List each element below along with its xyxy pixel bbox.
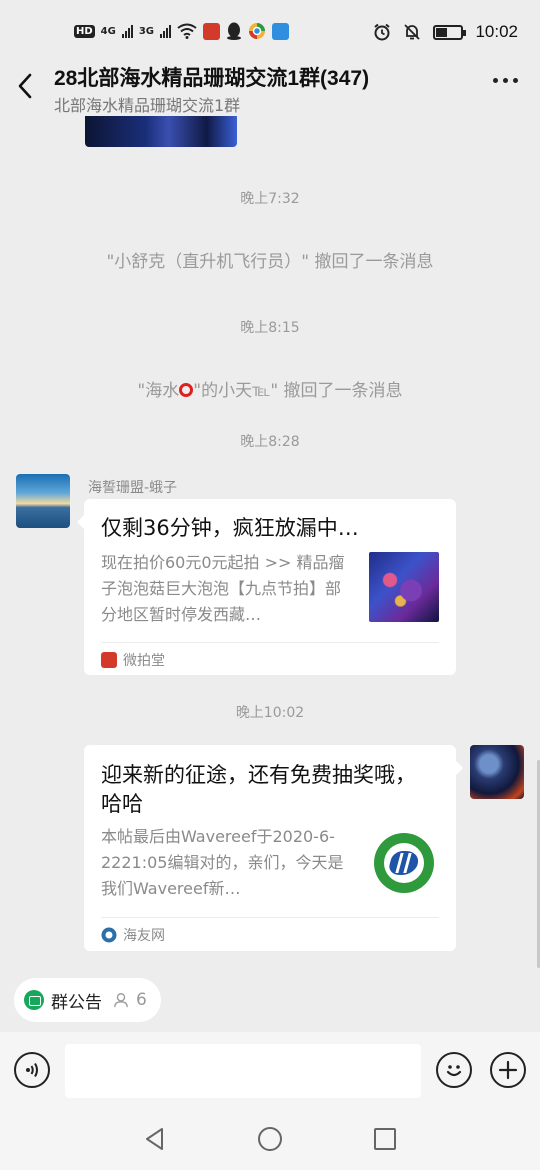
input-bar [0,1032,540,1106]
card-divider [101,642,439,643]
battery-icon [433,24,467,40]
more-dot [513,78,518,83]
coral-thumbnail [369,552,439,622]
red-circle-emoji-icon [179,383,194,397]
timestamp: 晚上10:02 [235,705,305,721]
more-dots-icon [493,78,498,83]
more-functions-button[interactable] [490,1052,526,1088]
card-description: 现在拍价60元0元起拍 >> 精品瘤子泡泡菇巨大泡泡【九点节拍】部分地区暂时停发… [101,553,345,624]
my-avatar[interactable] [470,745,524,799]
emoji-icon [446,1065,462,1077]
back-button[interactable] [14,72,38,100]
network-3g-label: 3G [138,25,155,37]
sender-avatar[interactable] [16,474,70,528]
recall-notice: "海水 "的小天℡" 撤回了一条消息 [0,376,540,401]
group-notice-bar: 群公告 6 [0,968,540,1032]
notice-icon [24,990,44,1010]
hd-indicator: HD [74,24,95,38]
emoji-button[interactable] [436,1052,472,1088]
status-left-icons: HD 4G 3G [74,22,290,40]
mute-bell-icon [404,24,421,40]
more-options-button[interactable] [493,78,518,83]
partial-image-message[interactable] [85,116,237,147]
chevron-left-icon [18,73,32,99]
link-card-message[interactable]: 仅剩36分钟，疯狂放漏中… 现在拍价60元0元起拍 >> 精品瘤子泡泡菇巨大泡泡… [77,499,456,675]
sender-name: 海誓珊盟-蛾子 [88,480,178,496]
group-notice-button[interactable]: 群公告 6 [14,978,161,1022]
card-title: 迎来新的征途，还有免费抽奖哦，哈哈 [101,763,416,816]
system-nav-bar [0,1106,540,1170]
qq-penguin-icon [227,22,242,40]
status-right-icons: 10:02 [373,22,518,42]
card-source: 海友网 [101,925,165,945]
weipaitang-icon [101,652,117,668]
status-bar: HD 4G 3G 10:02 [0,0,540,62]
voice-button[interactable] [14,1052,50,1088]
signal-4g-icon [121,24,133,38]
timestamp: 晚上7:32 [240,191,300,207]
message-input[interactable] [65,1044,421,1098]
recall-text-part2: "的小天℡" 撤回了一条消息 [193,381,403,401]
alarm-icon [374,23,391,41]
timestamp: 晚上8:28 [240,434,300,450]
card-divider [101,917,439,918]
haiyouwang-icon [101,927,117,943]
recall-text-part1: "海水 [137,381,180,401]
wavereef-logo-thumbnail [369,828,439,898]
voice-icon [26,1062,38,1078]
plus-icon [498,1060,518,1080]
chat-subtitle: 北部海水精品珊瑚交流1群 [54,96,241,115]
triangle-back-icon[interactable] [142,1126,168,1152]
circle-home-icon[interactable] [257,1126,283,1152]
recall-notice: "小舒克（直升机飞行员）" 撤回了一条消息 [106,252,434,272]
network-4g-label: 4G [100,25,116,37]
signal-3g-icon [160,24,172,38]
card-description: 本帖最后由Wavereef于2020-6-2221:05编辑对的，亲们，今天是我… [101,827,344,898]
timestamp: 晚上8:15 [240,320,300,336]
link-card-message[interactable]: 迎来新的征途，还有免费抽奖哦，哈哈 本帖最后由Wavereef于2020-6-2… [84,745,463,951]
alipay-app-icon [272,22,290,40]
group-notice-label: 群公告 [51,992,102,1013]
member-icon [114,993,128,1008]
wifi-icon [177,23,197,39]
card-source-label: 海友网 [123,928,165,944]
chat-title: 28北部海水精品珊瑚交流1群(347) [54,67,370,90]
auction-app-icon [203,22,221,40]
more-dot [503,78,508,83]
square-recent-icon[interactable] [372,1126,398,1152]
card-title: 仅剩36分钟，疯狂放漏中… [101,516,359,540]
browser-app-icon [249,23,266,39]
card-source-label: 微拍堂 [123,653,165,669]
clock-time: 10:02 [475,22,518,41]
message-list[interactable]: 晚上7:32 "小舒克（直升机飞行员）" 撤回了一条消息 晚上8:15 "海水 "… [0,116,540,968]
chat-header: 28北部海水精品珊瑚交流1群(347) 北部海水精品珊瑚交流1群 [0,56,540,116]
card-source: 微拍堂 [101,650,165,670]
member-count: 6 [136,990,147,1010]
